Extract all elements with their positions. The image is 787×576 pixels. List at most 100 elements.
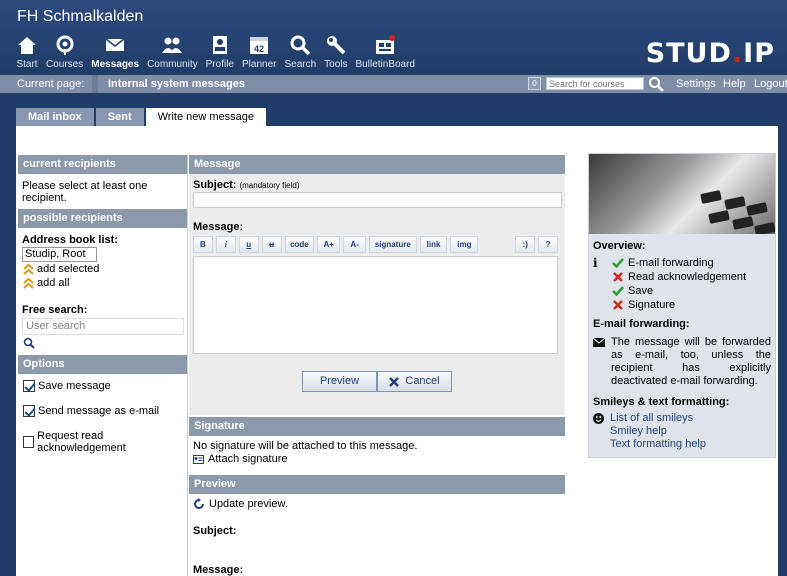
option-label: Send message as e-mail — [38, 405, 160, 417]
logout-link[interactable]: Logout — [754, 78, 787, 90]
nav-courses[interactable]: Courses — [42, 34, 87, 70]
refresh-icon — [194, 498, 204, 509]
settings-link[interactable]: Settings — [676, 78, 716, 90]
logo-part: STUD — [645, 38, 732, 69]
font-larger-button[interactable]: A+ — [317, 236, 341, 253]
home-icon — [18, 37, 36, 54]
overview-list: i E-mail forwarding Read acknowledgement… — [589, 256, 775, 312]
nav-label: Community — [147, 59, 198, 70]
option-send-as-email[interactable]: Send message as e-mail — [18, 396, 187, 421]
nav-label: Search — [284, 59, 317, 70]
breadcrumb-current: Internal system messages — [108, 78, 245, 90]
overview-item: E-mail forwarding — [611, 256, 750, 270]
send-as-email-checkbox[interactable] — [23, 405, 35, 417]
notification-counter[interactable]: 0 — [528, 77, 541, 90]
link-button[interactable]: link — [419, 236, 448, 253]
community-icon — [162, 37, 183, 53]
nav-bulletinboard[interactable]: BulletinBoard — [352, 34, 419, 70]
id-card-icon — [193, 454, 204, 464]
course-search-button-icon[interactable] — [648, 76, 664, 92]
option-read-ack[interactable]: Request read acknowledgement — [18, 421, 187, 458]
tab-sent[interactable]: Sent — [95, 108, 144, 127]
nav-label: Tools — [324, 59, 348, 70]
options-header: Options — [18, 355, 187, 374]
signature-header: Signature — [189, 417, 565, 436]
text-formatting-help-link[interactable]: Text formatting help — [610, 438, 706, 451]
nav-profile[interactable]: Profile — [202, 34, 238, 70]
forwarding-text: The message will be forwarded as e-mail,… — [611, 336, 771, 387]
font-smaller-button[interactable]: A- — [343, 236, 366, 253]
main-nav: Start Courses Messages Community Profile… — [12, 34, 419, 70]
update-preview-link[interactable]: Update preview. — [189, 494, 565, 514]
address-book-entry[interactable]: Studip, Root — [22, 247, 97, 262]
code-button[interactable]: code — [284, 236, 315, 253]
studip-logo[interactable]: STUD.IP — [646, 38, 775, 69]
message-header: Message — [189, 155, 565, 174]
checkmark-icon — [611, 257, 625, 269]
overview-label: Signature — [628, 299, 676, 311]
smiley-help-link[interactable]: Smiley help — [610, 425, 706, 438]
subject-input[interactable] — [193, 192, 562, 208]
update-preview-label: Update preview. — [209, 498, 288, 510]
calendar-icon: 42 — [250, 37, 269, 54]
cancel-button[interactable]: Cancel — [377, 371, 452, 392]
course-search-input[interactable] — [546, 77, 644, 90]
smiley-list-link[interactable]: List of all smileys — [610, 412, 706, 425]
add-selected-button[interactable]: add selected — [18, 262, 187, 276]
courses-icon — [56, 35, 74, 55]
preview-subject-label: Subject: — [193, 525, 237, 537]
underline-button[interactable]: u — [238, 236, 259, 253]
cross-icon — [611, 271, 625, 283]
subject-label: Subject: — [193, 179, 237, 191]
compose-buttons: Preview Cancel — [189, 371, 565, 392]
bold-button[interactable]: B — [193, 236, 213, 253]
nav-planner[interactable]: 42 Planner — [238, 34, 280, 70]
help-button[interactable]: ? — [538, 236, 559, 253]
nav-label: Start — [16, 59, 38, 70]
subject-hint: (mandatory field) — [239, 181, 300, 190]
message-tabs: Mail inbox Sent Write new message — [16, 108, 268, 127]
signature-button[interactable]: signature — [368, 236, 417, 253]
envelope-icon — [593, 338, 605, 347]
nav-label: Messages — [91, 59, 140, 70]
recipients-panel: current recipients Please select at leas… — [18, 155, 188, 576]
image-button[interactable]: img — [450, 236, 479, 253]
site-title: FH Schmalkalden — [17, 8, 144, 25]
option-save-message[interactable]: Save message — [18, 374, 187, 396]
help-link[interactable]: Help — [723, 78, 746, 90]
nav-label: Courses — [46, 59, 84, 70]
smiley-links: List of all smileys Smiley help Text for… — [589, 412, 775, 451]
nav-start[interactable]: Start — [12, 34, 42, 70]
current-recipients-header: current recipients — [18, 155, 187, 174]
save-message-checkbox[interactable] — [23, 380, 35, 392]
read-ack-checkbox[interactable] — [23, 436, 35, 448]
double-arrow-up-icon — [23, 277, 34, 289]
nav-tools[interactable]: Tools — [320, 34, 351, 70]
add-selected-label: add selected — [37, 263, 100, 275]
smiley-button[interactable]: :) — [515, 236, 536, 253]
overview-label: Save — [628, 285, 654, 297]
message-textarea[interactable] — [193, 256, 558, 354]
keyboard-hand-photo — [589, 154, 775, 234]
italic-button[interactable]: i — [215, 236, 236, 253]
nav-messages[interactable]: Messages — [87, 34, 143, 70]
logo-dot: . — [731, 38, 744, 69]
overview-item: Read acknowledgement — [611, 270, 750, 284]
breadcrumb-label: Current page: — [17, 78, 85, 90]
strikethrough-button[interactable]: u — [261, 236, 282, 253]
nav-search[interactable]: Search — [280, 34, 320, 70]
signature-note: No signature will be attached to this me… — [193, 440, 418, 452]
header: FH Schmalkalden Start Courses Messages C… — [0, 0, 787, 75]
search-icon[interactable] — [23, 337, 35, 349]
user-search-input[interactable]: User search — [22, 318, 184, 335]
tab-mail-inbox[interactable]: Mail inbox — [16, 108, 94, 127]
attach-signature-link[interactable]: Attach signature — [189, 453, 565, 465]
preview-button[interactable]: Preview — [302, 371, 377, 392]
tab-write-new-message[interactable]: Write new message — [145, 108, 267, 127]
breadcrumb-bar: Current page: Internal system messages 0… — [0, 75, 787, 93]
add-all-button[interactable]: add all — [18, 276, 187, 290]
message-label: Message: — [193, 221, 244, 233]
double-arrow-up-icon — [23, 263, 34, 275]
bulletinboard-icon — [376, 35, 396, 54]
nav-community[interactable]: Community — [143, 34, 202, 70]
